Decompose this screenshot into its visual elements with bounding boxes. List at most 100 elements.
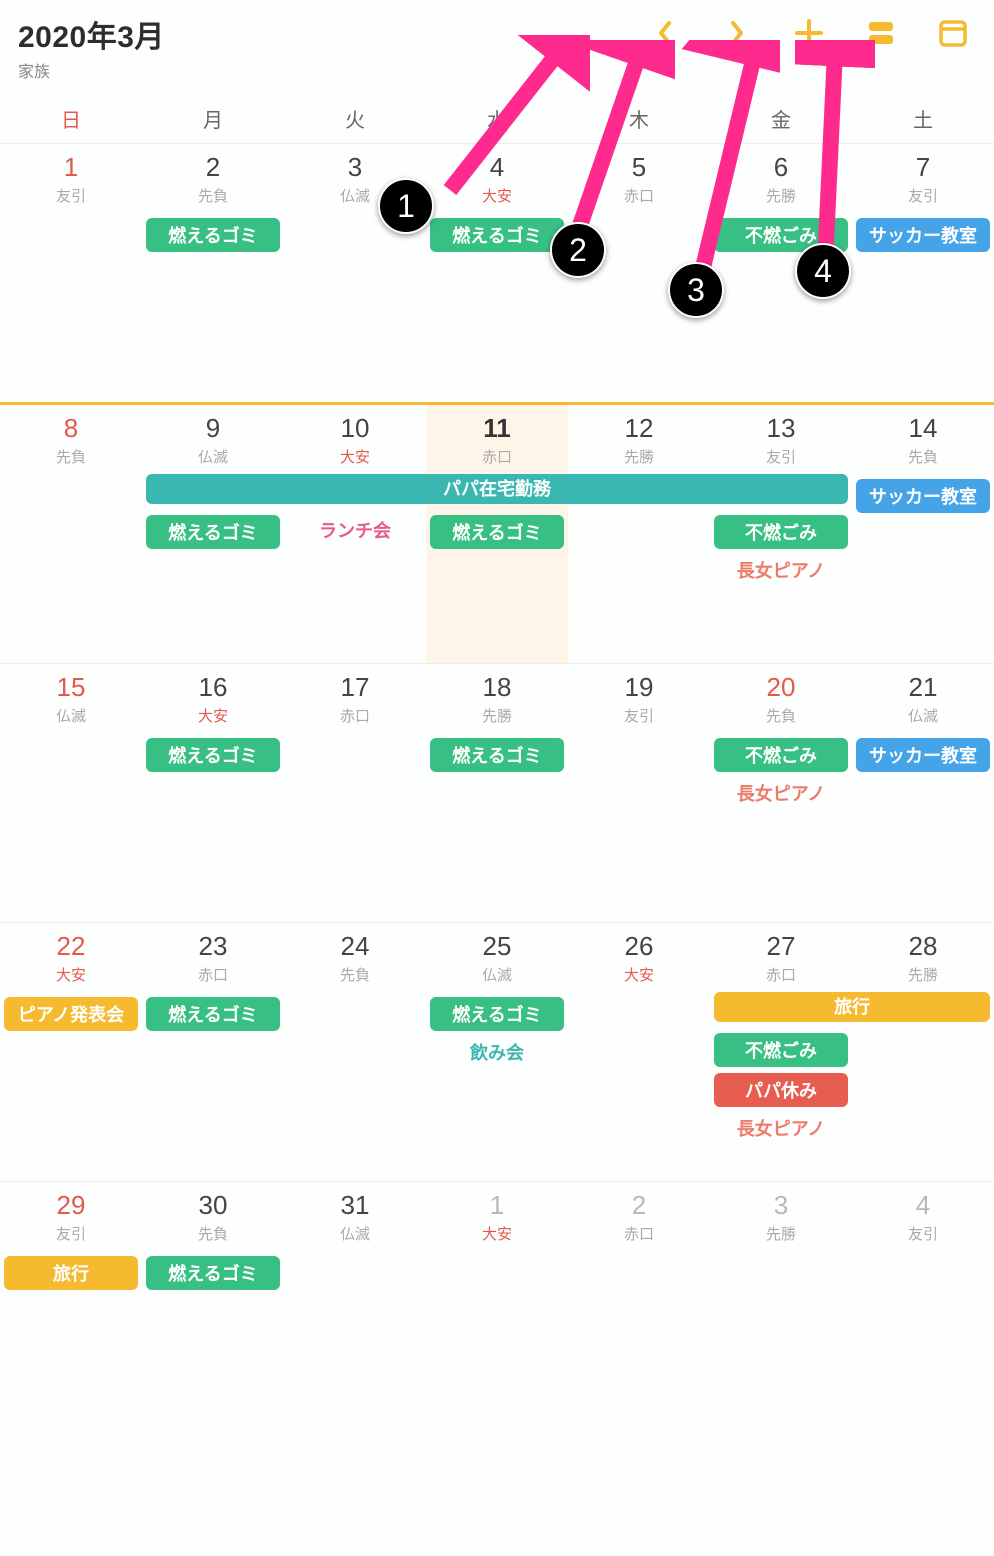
- calendar-day-cell[interactable]: 2赤口: [568, 1182, 710, 1407]
- event-chip[interactable]: 不燃ごみ: [714, 515, 848, 549]
- calendar-day-cell[interactable]: 23赤口燃えるゴミ: [142, 923, 284, 1181]
- calendar-day-cell[interactable]: 16大安燃えるゴミ: [142, 664, 284, 922]
- rokuyou-label: 大安: [430, 185, 564, 206]
- rokuyou-label: 赤口: [714, 964, 848, 985]
- calendar-day-cell[interactable]: 10大安ランチ会: [284, 405, 426, 663]
- calendar-day-cell[interactable]: 2先負燃えるゴミ: [142, 144, 284, 402]
- day-number: 30: [146, 1190, 280, 1221]
- event-chip[interactable]: 不燃ごみ: [714, 218, 848, 252]
- rokuyou-label: 赤口: [430, 446, 564, 467]
- list-view-button[interactable]: [864, 16, 898, 50]
- calendar-day-cell[interactable]: 3先勝: [710, 1182, 852, 1407]
- day-number: 18: [430, 672, 564, 703]
- day-number: 1: [4, 152, 138, 183]
- event-text[interactable]: 長女ピアノ: [714, 778, 848, 808]
- calendar-day-cell[interactable]: 1大安: [426, 1182, 568, 1407]
- rokuyou-label: 先勝: [714, 1223, 848, 1244]
- weekday-header: 木: [568, 104, 710, 133]
- calendar-day-cell[interactable]: 19友引: [568, 664, 710, 922]
- next-month-button[interactable]: [720, 16, 754, 50]
- calendar-day-cell[interactable]: 20先負不燃ごみ長女ピアノ: [710, 664, 852, 922]
- day-number: 7: [856, 152, 990, 183]
- calendar-day-cell[interactable]: 7友引サッカー教室: [852, 144, 994, 402]
- calendar-day-cell[interactable]: 4友引: [852, 1182, 994, 1407]
- calendar-day-cell[interactable]: 31仏滅: [284, 1182, 426, 1407]
- calendar-day-cell[interactable]: 21仏滅サッカー教室: [852, 664, 994, 922]
- calendar-day-cell[interactable]: 13友引不燃ごみ長女ピアノ: [710, 405, 852, 663]
- event-chip[interactable]: サッカー教室: [856, 738, 990, 772]
- rokuyou-label: 仏滅: [288, 185, 422, 206]
- calendar-day-cell[interactable]: 5赤口: [568, 144, 710, 402]
- day-number: 24: [288, 931, 422, 962]
- calendar-day-cell[interactable]: 30先負燃えるゴミ: [142, 1182, 284, 1407]
- calendar-day-cell[interactable]: 4大安燃えるゴミ: [426, 144, 568, 402]
- calendar-day-cell[interactable]: 11赤口燃えるゴミ: [426, 405, 568, 663]
- calendar-day-cell[interactable]: 18先勝燃えるゴミ: [426, 664, 568, 922]
- calendar-day-cell[interactable]: 27赤口不燃ごみパパ休み長女ピアノ: [710, 923, 852, 1181]
- calendar-day-cell[interactable]: 6先勝不燃ごみ: [710, 144, 852, 402]
- day-number: 4: [856, 1190, 990, 1221]
- event-chip[interactable]: パパ休み: [714, 1073, 848, 1107]
- event-text[interactable]: ランチ会: [288, 515, 422, 545]
- event-chip[interactable]: ピアノ発表会: [4, 997, 138, 1031]
- event-chip[interactable]: 不燃ごみ: [714, 1033, 848, 1067]
- rokuyou-label: 赤口: [572, 1223, 706, 1244]
- event-chip[interactable]: 燃えるゴミ: [146, 997, 280, 1031]
- chevron-left-icon: [655, 19, 675, 47]
- event-chip[interactable]: サッカー教室: [856, 218, 990, 252]
- weekday-header: 水: [426, 104, 568, 133]
- rokuyou-label: 先負: [146, 1223, 280, 1244]
- calendar-day-cell[interactable]: 3仏滅: [284, 144, 426, 402]
- prev-month-button[interactable]: [648, 16, 682, 50]
- calendar-day-cell[interactable]: 28先勝: [852, 923, 994, 1181]
- event-chip[interactable]: 燃えるゴミ: [146, 218, 280, 252]
- calendar-day-cell[interactable]: 12先勝: [568, 405, 710, 663]
- calendar-day-cell[interactable]: 26大安: [568, 923, 710, 1181]
- event-text[interactable]: 長女ピアノ: [714, 555, 848, 585]
- event-chip[interactable]: 旅行: [4, 1256, 138, 1290]
- calendar-day-cell[interactable]: 29友引旅行: [0, 1182, 142, 1407]
- calendar-day-cell[interactable]: 14先負サッカー教室: [852, 405, 994, 663]
- event-chip[interactable]: 燃えるゴミ: [430, 997, 564, 1031]
- day-number: 17: [288, 672, 422, 703]
- event-chip[interactable]: 燃えるゴミ: [146, 738, 280, 772]
- event-spacer: [430, 479, 564, 509]
- day-number: 11: [430, 413, 564, 444]
- add-event-button[interactable]: [792, 16, 826, 50]
- rokuyou-label: 仏滅: [430, 964, 564, 985]
- event-chip[interactable]: 燃えるゴミ: [430, 218, 564, 252]
- rokuyou-label: 大安: [288, 446, 422, 467]
- day-number: 29: [4, 1190, 138, 1221]
- calendar-day-cell[interactable]: 8先負: [0, 405, 142, 663]
- calendar-day-cell[interactable]: 9仏滅燃えるゴミ: [142, 405, 284, 663]
- calendar-day-cell[interactable]: 25仏滅燃えるゴミ飲み会: [426, 923, 568, 1181]
- event-chip[interactable]: 燃えるゴミ: [146, 1256, 280, 1290]
- day-number: 13: [714, 413, 848, 444]
- event-spacer: [714, 997, 848, 1027]
- event-text[interactable]: 長女ピアノ: [714, 1113, 848, 1143]
- calendar-day-cell[interactable]: 1友引: [0, 144, 142, 402]
- calendar-day-cell[interactable]: 24先負: [284, 923, 426, 1181]
- calendar-day-cell[interactable]: 15仏滅: [0, 664, 142, 922]
- rokuyou-label: 先勝: [714, 185, 848, 206]
- weekday-header: 火: [284, 104, 426, 133]
- event-chip[interactable]: 燃えるゴミ: [430, 515, 564, 549]
- calendar-day-cell[interactable]: 17赤口: [284, 664, 426, 922]
- event-chip[interactable]: 燃えるゴミ: [430, 738, 564, 772]
- calendar-name: 家族: [18, 58, 648, 82]
- day-number: 22: [4, 931, 138, 962]
- today-button[interactable]: [936, 16, 970, 50]
- event-text[interactable]: 飲み会: [430, 1037, 564, 1067]
- day-number: 23: [146, 931, 280, 962]
- calendar-day-cell[interactable]: 22大安ピアノ発表会: [0, 923, 142, 1181]
- weekday-header: 土: [852, 104, 994, 133]
- event-chip[interactable]: 燃えるゴミ: [146, 515, 280, 549]
- rokuyou-label: 先負: [288, 964, 422, 985]
- event-chip[interactable]: 不燃ごみ: [714, 738, 848, 772]
- day-number: 12: [572, 413, 706, 444]
- rokuyou-label: 友引: [856, 185, 990, 206]
- rokuyou-label: 赤口: [146, 964, 280, 985]
- event-chip[interactable]: サッカー教室: [856, 479, 990, 513]
- rokuyou-label: 先負: [146, 185, 280, 206]
- weekday-header: 金: [710, 104, 852, 133]
